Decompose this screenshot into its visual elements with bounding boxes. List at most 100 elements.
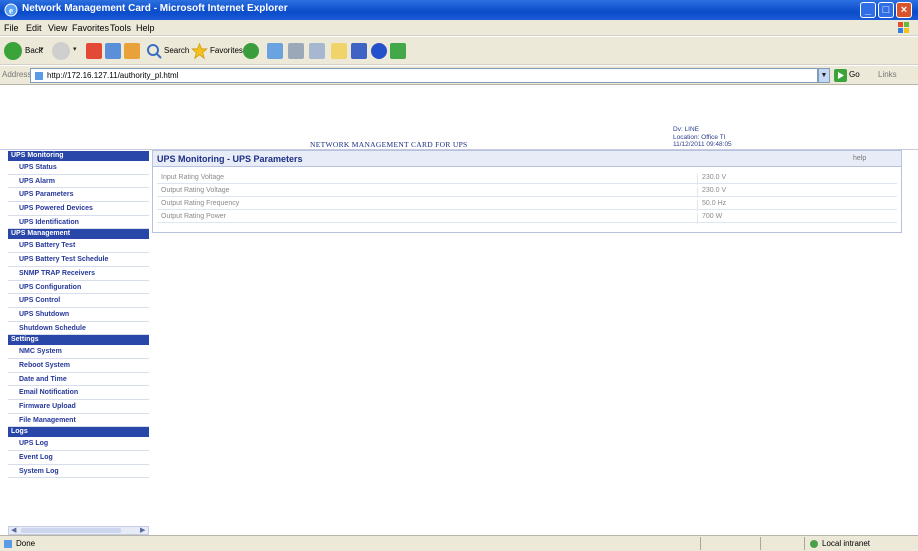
sidebar-item-email-notification[interactable]: Email Notification: [8, 386, 149, 400]
menu-view[interactable]: View: [48, 23, 67, 33]
windows-logo-icon: [898, 22, 909, 33]
status-divider: [760, 537, 761, 550]
go-arrow-icon[interactable]: [834, 69, 847, 82]
forward-dropdown-icon[interactable]: ▾: [73, 45, 77, 63]
stop-icon[interactable]: [86, 43, 102, 59]
minimize-button[interactable]: _: [860, 2, 876, 18]
status-divider: [804, 537, 805, 550]
mail-icon[interactable]: [288, 43, 304, 59]
device-name: Dv: LINE: [673, 126, 700, 133]
toolbar: Back ▾ ▾ Search Favorites: [0, 37, 918, 65]
sidebar-item-ups-battery-test-schedule[interactable]: UPS Battery Test Schedule: [8, 253, 149, 267]
sidebar-group-ups-management[interactable]: UPS Management: [8, 229, 149, 240]
go-button[interactable]: Go: [849, 70, 860, 79]
nmc-title: NETWORK MANAGEMENT CARD FOR UPS: [310, 140, 468, 149]
edit-icon[interactable]: [331, 43, 347, 59]
svg-text:e: e: [9, 6, 13, 16]
device-datetime: 11/12/2011 09:48:05: [673, 141, 732, 148]
sidebar-group-logs[interactable]: Logs: [8, 427, 149, 438]
menu-file[interactable]: File: [4, 23, 19, 33]
help-link[interactable]: help: [853, 155, 866, 162]
sidebar-item-ups-battery-test[interactable]: UPS Battery Test: [8, 239, 149, 254]
security-zone: Local intranet: [822, 539, 871, 548]
refresh-icon[interactable]: [105, 43, 121, 59]
sidebar-item-firmware-upload[interactable]: Firmware Upload: [8, 400, 149, 414]
param-label: Output Rating Frequency: [161, 200, 240, 207]
sidebar-item-ups-status[interactable]: UPS Status: [8, 161, 149, 175]
favorites-star-icon[interactable]: [191, 42, 208, 60]
device-location: Location: Office TI: [673, 133, 726, 141]
sidebar-item-ups-identification[interactable]: UPS Identification: [8, 215, 149, 230]
internet-explorer-icon: e: [4, 3, 18, 17]
page-header: [0, 86, 918, 146]
sidebar-group-ups-monitoring[interactable]: UPS Monitoring: [8, 151, 149, 161]
discuss-icon[interactable]: [351, 43, 367, 59]
table-row: Output Rating Power 700 W: [157, 211, 897, 224]
param-value: 230.0 V: [697, 174, 726, 185]
back-dropdown-icon[interactable]: ▾: [40, 45, 44, 63]
device-info: Dv: LINE Location: Office TI 11/12/2011 …: [673, 126, 732, 149]
sidebar-item-ups-parameters[interactable]: UPS Parameters: [8, 188, 149, 203]
table-row: Output Rating Frequency 50.0 Hz: [157, 198, 897, 211]
home-icon[interactable]: [124, 43, 140, 59]
ups-parameters-panel: UPS Monitoring - UPS Parameters help Inp…: [152, 150, 902, 233]
sidebar-item-ups-alarm[interactable]: UPS Alarm: [8, 174, 149, 189]
search-label[interactable]: Search: [164, 46, 189, 55]
media-icon[interactable]: [243, 43, 259, 59]
sidebar-item-ups-control[interactable]: UPS Control: [8, 294, 149, 308]
scroll-left-icon[interactable]: ◀: [11, 526, 16, 534]
sidebar-item-ups-shutdown[interactable]: UPS Shutdown: [8, 307, 149, 322]
maximize-button[interactable]: □: [878, 2, 894, 18]
menu-favorites[interactable]: Favorites: [72, 23, 109, 33]
local-intranet-icon: [810, 540, 818, 548]
scroll-right-icon[interactable]: ▶: [140, 526, 145, 534]
sidebar-item-system-log[interactable]: System Log: [8, 464, 149, 479]
sidebar-item-ups-powered-devices[interactable]: UPS Powered Devices: [8, 202, 149, 216]
address-url[interactable]: http://172.16.127.11/authority_pl.html: [47, 71, 179, 80]
back-icon[interactable]: [4, 42, 22, 60]
sidebar-item-date-and-time[interactable]: Date and Time: [8, 372, 149, 387]
page-icon: [35, 72, 43, 80]
scrollbar-thumb[interactable]: [21, 528, 121, 533]
sidebar-item-ups-configuration[interactable]: UPS Configuration: [8, 280, 149, 295]
status-text: Done: [16, 539, 36, 548]
address-bar: Address http://172.16.127.11/authority_p…: [0, 66, 918, 85]
panel-title: UPS Monitoring - UPS Parameters: [157, 154, 303, 164]
address-dropdown-icon[interactable]: ▼: [818, 68, 830, 83]
bluetooth-icon[interactable]: [371, 43, 387, 59]
links-label[interactable]: Links: [878, 70, 897, 79]
sidebar-item-nmc-system[interactable]: NMC System: [8, 345, 149, 359]
sidebar-group-settings[interactable]: Settings: [8, 335, 149, 346]
param-value: 230.0 V: [697, 187, 726, 198]
panel-header: UPS Monitoring - UPS Parameters help: [153, 151, 901, 167]
address-input[interactable]: http://172.16.127.11/authority_pl.html: [30, 68, 818, 83]
sidebar-nav: UPS Monitoring UPS Status UPS Alarm UPS …: [8, 151, 149, 531]
history-icon[interactable]: [267, 43, 283, 59]
menu-edit[interactable]: Edit: [26, 23, 42, 33]
sidebar-item-event-log[interactable]: Event Log: [8, 451, 149, 465]
sidebar-item-ups-log[interactable]: UPS Log: [8, 437, 149, 452]
menu-tools[interactable]: Tools: [110, 23, 131, 33]
param-label: Output Rating Voltage: [161, 187, 230, 194]
print-icon[interactable]: [309, 43, 325, 59]
forward-icon[interactable]: [52, 42, 70, 60]
param-value: 700 W: [697, 213, 722, 224]
table-row: Input Rating Voltage 230.0 V: [157, 172, 897, 185]
sidebar-item-shutdown-schedule[interactable]: Shutdown Schedule: [8, 321, 149, 336]
table-row: Output Rating Voltage 230.0 V: [157, 185, 897, 198]
close-button[interactable]: ×: [896, 2, 912, 18]
window-title: Network Management Card - Microsoft Inte…: [22, 3, 288, 14]
status-divider: [700, 537, 701, 550]
favorites-label[interactable]: Favorites: [210, 46, 243, 55]
menu-help[interactable]: Help: [136, 23, 155, 33]
page-done-icon: [4, 540, 12, 548]
param-label: Input Rating Voltage: [161, 174, 225, 181]
search-icon[interactable]: [146, 42, 162, 60]
sidebar-horizontal-scrollbar[interactable]: ◀ ▶: [8, 526, 149, 535]
messenger-icon[interactable]: [390, 43, 406, 59]
address-label: Address: [2, 70, 32, 79]
menu-bar: File Edit View Favorites Tools Help: [0, 20, 918, 36]
sidebar-item-reboot-system[interactable]: Reboot System: [8, 358, 149, 373]
sidebar-item-snmp-trap-receivers[interactable]: SNMP TRAP Receivers: [8, 266, 149, 281]
sidebar-item-file-management[interactable]: File Management: [8, 413, 149, 428]
